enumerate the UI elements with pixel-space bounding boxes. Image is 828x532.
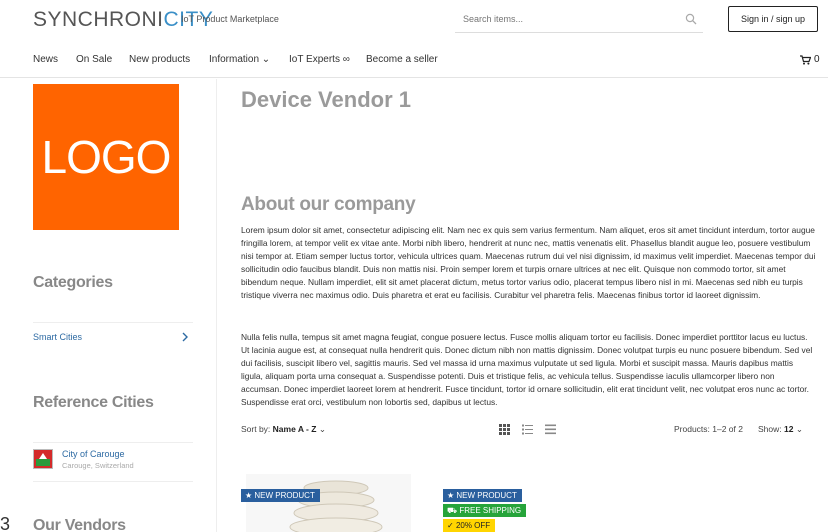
- truck-icon: ⛟: [447, 506, 458, 515]
- category-link-smart-cities[interactable]: Smart Cities: [33, 332, 82, 342]
- nav-item-news[interactable]: News: [33, 54, 58, 65]
- sort-label: Sort by:: [241, 424, 271, 434]
- badge-label: FREE SHIPPING: [459, 506, 522, 515]
- show-per-page-dropdown[interactable]: Show: 12 ⌄: [758, 424, 803, 435]
- chevron-down-icon: ⌄: [318, 424, 326, 434]
- view-switcher: [499, 424, 556, 435]
- brand-part1: SYNCHRONI: [33, 8, 164, 31]
- city-location: Carouge, Switzerland: [62, 461, 134, 470]
- product-toolbar: Sort by: Name A - Z ⌄ Products: 1–2 of 2…: [241, 424, 816, 438]
- nav-item-become-seller[interactable]: Become a seller: [366, 54, 438, 65]
- badge-label: NEW PRODUCT: [456, 491, 517, 500]
- vendor-sidebar: LOGO Categories Smart Cities Reference C…: [0, 79, 217, 532]
- products-count: Products: 1–2 of 2: [674, 424, 743, 434]
- check-icon: ✓: [447, 521, 454, 530]
- star-icon: ★: [447, 491, 455, 500]
- nav-item-on-sale[interactable]: On Sale: [76, 54, 112, 65]
- search-icon[interactable]: [685, 13, 697, 25]
- categories-heading: Categories: [33, 274, 113, 291]
- search-bar: [455, 6, 703, 33]
- badge-new-product: ★ NEW PRODUCT: [241, 489, 320, 502]
- scroll-edge-glyph: 3: [0, 514, 11, 532]
- badge-label: 20% OFF: [455, 521, 491, 530]
- site-tagline: IoT Product Marketplace: [181, 14, 279, 24]
- city-link-carouge[interactable]: City of Carouge: [62, 449, 125, 459]
- reference-cities-heading: Reference Cities: [33, 394, 154, 411]
- chevron-down-icon: ⌄: [795, 424, 803, 434]
- show-value: 12: [784, 424, 794, 434]
- sort-dropdown[interactable]: Sort by: Name A - Z ⌄: [241, 424, 326, 435]
- site-header: SYNCHRONICITY IoT Product Marketplace Si…: [0, 0, 828, 42]
- grid-view-icon[interactable]: [499, 424, 510, 435]
- chevron-right-icon[interactable]: [181, 332, 189, 342]
- sort-value: Name A - Z: [272, 424, 317, 434]
- about-heading: About our company: [241, 194, 416, 215]
- badge-label: NEW PRODUCT: [254, 491, 315, 500]
- search-input[interactable]: [455, 6, 675, 32]
- nav-item-information[interactable]: Information ⌄: [209, 54, 270, 65]
- cart-icon: [800, 54, 811, 65]
- city-flag-icon: [33, 449, 53, 469]
- show-label: Show:: [758, 424, 782, 434]
- star-icon: ★: [245, 491, 253, 500]
- nav-item-iot-experts[interactable]: IoT Experts ∞: [289, 54, 350, 65]
- page-title: Device Vendor 1: [241, 87, 411, 112]
- divider: [33, 322, 193, 323]
- divider: [33, 442, 193, 443]
- about-paragraph-1: Lorem ipsum dolor sit amet, consectetur …: [241, 225, 816, 300]
- nav-item-new-products[interactable]: New products: [129, 54, 190, 65]
- badge-discount: ✓ 20% OFF: [443, 519, 496, 532]
- list-view-icon[interactable]: [522, 424, 533, 435]
- cart-button[interactable]: 0: [800, 54, 820, 65]
- product-image[interactable]: [246, 474, 411, 532]
- badge-free-shipping: ⛟ FREE SHIPPING: [443, 504, 527, 517]
- cart-count: 0: [814, 54, 820, 65]
- compact-list-icon[interactable]: [545, 424, 556, 435]
- about-paragraph-2: Nulla felis nulla, tempus sit amet magna…: [241, 332, 813, 407]
- main-nav: News On Sale New products Information ⌄ …: [0, 42, 828, 78]
- badge-new-product: ★ NEW PRODUCT: [443, 489, 522, 502]
- signin-button[interactable]: Sign in / sign up: [728, 6, 818, 32]
- divider: [33, 481, 193, 482]
- vendor-logo: LOGO: [33, 84, 179, 230]
- our-vendors-heading: Our Vendors: [33, 517, 126, 532]
